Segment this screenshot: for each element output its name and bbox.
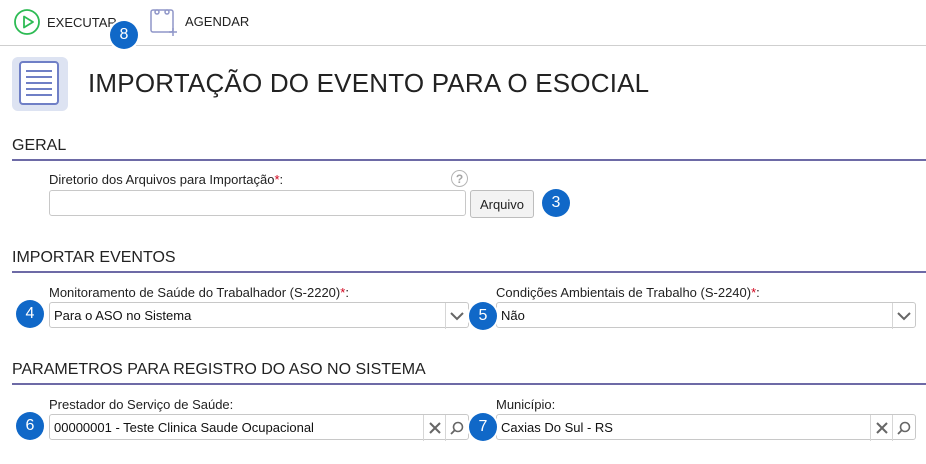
schedule-button[interactable]: AGENDAR bbox=[149, 6, 249, 36]
document-list-icon bbox=[12, 57, 68, 111]
conditions-label-text: Condições Ambientais de Trabalho (S-2240… bbox=[496, 285, 752, 300]
section-parametros: PARAMETROS PARA REGISTRO DO ASO NO SISTE… bbox=[12, 361, 926, 385]
directory-label-text: Diretorio dos Arquivos para Importação bbox=[49, 172, 275, 187]
section-importar-eventos: IMPORTAR EVENTOS bbox=[12, 249, 926, 273]
callout-badge-8: 8 bbox=[110, 21, 138, 49]
chevron-down-icon[interactable] bbox=[892, 303, 915, 329]
search-icon[interactable] bbox=[445, 415, 468, 441]
calendar-add-icon bbox=[149, 6, 179, 36]
conditions-label: Condições Ambientais de Trabalho (S-2240… bbox=[496, 285, 760, 300]
label-colon: : bbox=[345, 285, 349, 300]
file-button[interactable]: Arquivo bbox=[470, 190, 534, 218]
label-colon: : bbox=[756, 285, 760, 300]
directory-label: Diretorio dos Arquivos para Importação*: bbox=[49, 172, 283, 187]
monitoring-select-value: Para o ASO no Sistema bbox=[54, 308, 192, 323]
help-icon[interactable]: ? bbox=[451, 170, 468, 187]
execute-label: EXECUTAR bbox=[47, 14, 117, 30]
clear-icon[interactable] bbox=[870, 415, 893, 441]
callout-badge-7: 7 bbox=[469, 413, 497, 441]
monitoring-label: Monitoramento de Saúde do Trabalhador (S… bbox=[49, 285, 349, 300]
section-geral: GERAL bbox=[12, 137, 926, 161]
schedule-label: AGENDAR bbox=[185, 13, 250, 29]
play-icon bbox=[13, 8, 41, 36]
page-title: IMPORTAÇÃO DO EVENTO PARA O ESOCIAL bbox=[88, 68, 650, 98]
clear-icon[interactable] bbox=[423, 415, 446, 441]
provider-label: Prestador do Serviço de Saúde: bbox=[49, 397, 234, 412]
label-colon: : bbox=[279, 172, 284, 187]
monitoring-label-text: Monitoramento de Saúde do Trabalhador (S… bbox=[49, 285, 341, 300]
callout-badge-5: 5 bbox=[469, 302, 497, 330]
municipality-lookup[interactable]: Caxias Do Sul - RS bbox=[496, 414, 916, 441]
conditions-select-value: Não bbox=[501, 308, 525, 323]
municipality-label: Município: bbox=[496, 397, 556, 412]
toolbar bbox=[0, 0, 926, 46]
provider-lookup[interactable]: 00000001 - Teste Clinica Saude Ocupacion… bbox=[49, 414, 469, 441]
execute-button[interactable]: EXECUTAR bbox=[13, 8, 117, 36]
conditions-select[interactable]: Não bbox=[496, 302, 916, 329]
directory-input[interactable] bbox=[49, 190, 466, 216]
callout-badge-3: 3 bbox=[542, 189, 570, 217]
monitoring-select[interactable]: Para o ASO no Sistema bbox=[49, 302, 469, 329]
provider-value: 00000001 - Teste Clinica Saude Ocupacion… bbox=[54, 420, 314, 435]
callout-badge-4: 4 bbox=[16, 300, 44, 328]
callout-badge-6: 6 bbox=[16, 412, 44, 440]
chevron-down-icon[interactable] bbox=[445, 303, 468, 329]
municipality-value: Caxias Do Sul - RS bbox=[501, 420, 613, 435]
search-icon[interactable] bbox=[892, 415, 915, 441]
